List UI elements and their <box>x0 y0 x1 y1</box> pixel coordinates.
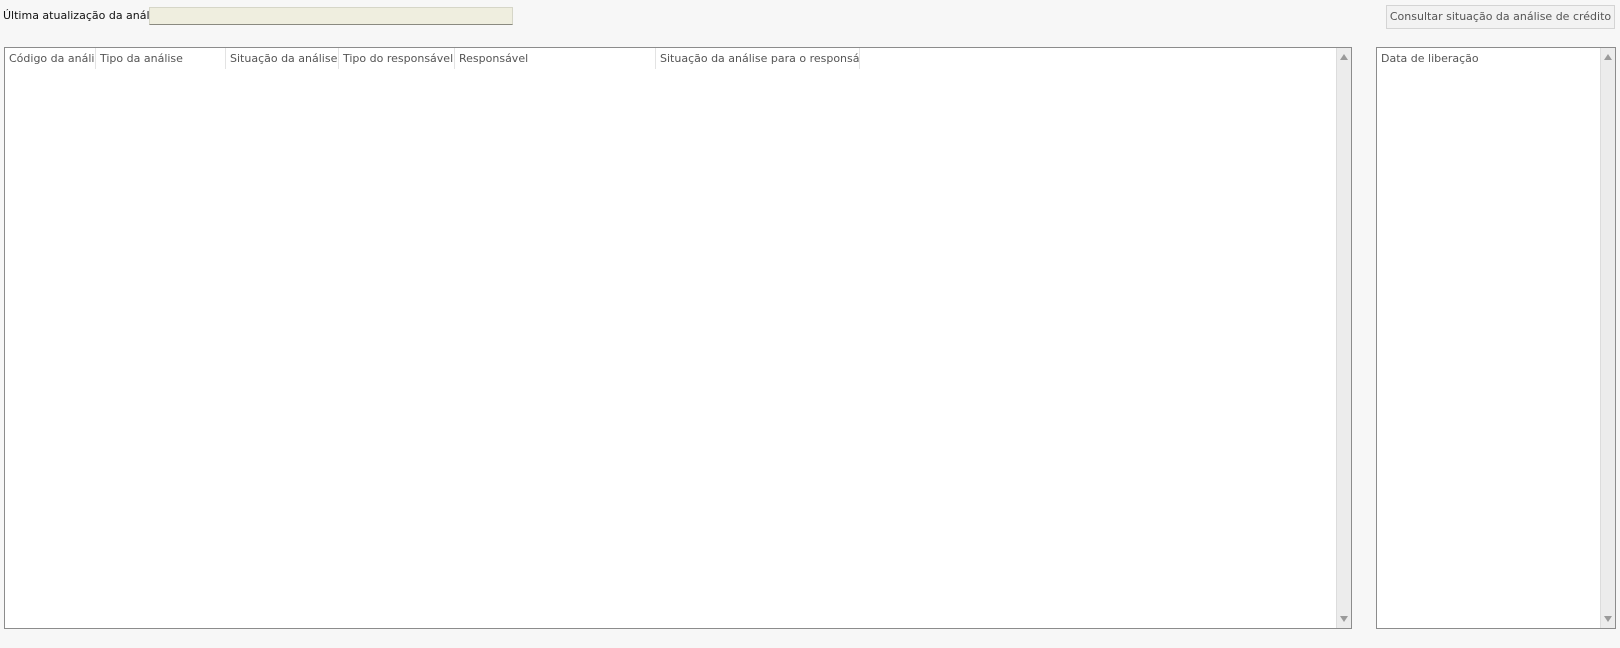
column-header-responsible-analysis-status[interactable]: Situação da análise para o responsável <box>656 48 860 69</box>
triangle-down-icon[interactable] <box>1604 616 1612 622</box>
column-header-analysis-code[interactable]: Código da análise <box>5 48 96 69</box>
column-header-release-date[interactable]: Data de liberação <box>1377 48 1497 69</box>
triangle-up-icon[interactable] <box>1604 54 1612 60</box>
column-header-analysis-type[interactable]: Tipo da análise <box>96 48 226 69</box>
analysis-table-header: Código da análise Tipo da análise Situaç… <box>5 48 860 69</box>
column-header-responsible-type[interactable]: Tipo do responsável <box>339 48 455 69</box>
release-date-table-scrollbar[interactable] <box>1600 48 1615 628</box>
column-header-analysis-status[interactable]: Situação da análise <box>226 48 339 69</box>
triangle-down-icon[interactable] <box>1340 616 1348 622</box>
analysis-table[interactable]: Código da análise Tipo da análise Situaç… <box>4 47 1352 629</box>
last-update-label: Última atualização da análise: <box>3 9 169 22</box>
last-update-field[interactable] <box>149 7 513 25</box>
release-date-table-header: Data de liberação <box>1377 48 1497 69</box>
release-date-table[interactable]: Data de liberação <box>1376 47 1616 629</box>
consult-credit-analysis-button[interactable]: Consultar situação da análise de crédito <box>1386 5 1615 29</box>
analysis-table-scrollbar[interactable] <box>1336 48 1351 628</box>
triangle-up-icon[interactable] <box>1340 54 1348 60</box>
column-header-responsible[interactable]: Responsável <box>455 48 656 69</box>
